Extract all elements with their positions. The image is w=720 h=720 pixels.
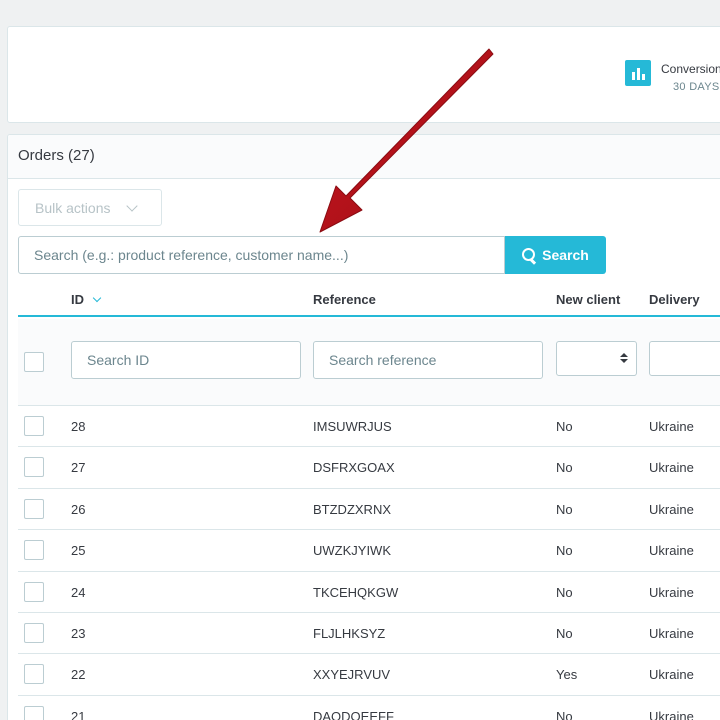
cell-id: 26 — [71, 501, 86, 517]
cell-reference: BTZDZXRNX — [313, 501, 391, 517]
reference-filter-input[interactable] — [313, 341, 543, 379]
column-delivery[interactable]: Delivery — [649, 292, 700, 307]
cell-delivery: Ukraine — [649, 708, 694, 720]
cell-new-client: No — [556, 543, 573, 559]
cell-reference: TKCEHQKGW — [313, 584, 399, 600]
column-new-client[interactable]: New client — [556, 292, 620, 307]
select-arrows-icon — [620, 353, 628, 363]
row-checkbox[interactable] — [24, 457, 44, 478]
cell-new-client: No — [556, 584, 573, 600]
table-row[interactable]: 22 XXYEJRVUV Yes Ukraine — [18, 654, 720, 696]
kpi-title: Conversion — [661, 62, 720, 76]
bulk-actions-button[interactable]: Bulk actions — [18, 189, 162, 226]
table-row[interactable]: 26 BTZDZXRNX No Ukraine — [18, 489, 720, 531]
cell-delivery: Ukraine — [649, 543, 694, 559]
table-row[interactable]: 25 UWZKJYIWK No Ukraine — [18, 530, 720, 572]
cell-id: 21 — [71, 708, 86, 720]
cell-delivery: Ukraine — [649, 625, 694, 641]
column-id[interactable]: ID — [71, 292, 102, 307]
table-row[interactable]: 23 FLJLHKSYZ No Ukraine — [18, 613, 720, 655]
cell-delivery: Ukraine — [649, 667, 694, 683]
cell-reference: FLJLHKSYZ — [313, 625, 386, 641]
cell-new-client: No — [556, 625, 573, 641]
cell-id: 25 — [71, 543, 86, 559]
table-row[interactable]: 27 DSFRXGOAX No Ukraine — [18, 447, 720, 489]
row-checkbox[interactable] — [24, 498, 44, 519]
table-row[interactable]: 28 IMSUWRJUS No Ukraine — [18, 406, 720, 448]
cell-reference: DSFRXGOAX — [313, 460, 395, 476]
orders-table-body: 28 IMSUWRJUS No Ukraine 27 DSFRXGOAX No Ukrain… — [18, 406, 720, 720]
column-reference[interactable]: Reference — [313, 292, 376, 307]
cell-reference: IMSUWRJUS — [313, 419, 392, 434]
chevron-down-icon — [126, 199, 139, 212]
cell-delivery: Ukraine — [649, 501, 694, 517]
cell-reference: XXYEJRVUV — [313, 667, 391, 683]
bar-chart-icon — [625, 60, 651, 86]
cell-new-client: No — [556, 460, 573, 476]
cell-reference: UWZKJYIWK — [313, 543, 391, 559]
cell-id: 23 — [71, 625, 86, 641]
cell-delivery: Ukraine — [649, 460, 694, 476]
cell-id: 24 — [71, 584, 86, 600]
cell-id: 27 — [71, 460, 86, 476]
kpi-subtitle: 30 DAYS — [673, 81, 720, 93]
table-row[interactable]: 21 DAODOEEFF No Ukraine — [18, 696, 720, 720]
cell-new-client: Yes — [556, 667, 578, 683]
orders-header: Orders (27) — [8, 135, 720, 179]
row-checkbox[interactable] — [24, 416, 44, 436]
search-input[interactable] — [18, 236, 505, 274]
id-filter-input[interactable] — [71, 341, 301, 379]
cell-reference: DAODOEEFF — [313, 708, 394, 720]
delivery-filter-select[interactable] — [649, 341, 720, 376]
filter-row — [18, 319, 720, 406]
search-button[interactable]: Search — [505, 236, 606, 274]
cell-id: 28 — [71, 419, 86, 434]
table-header: ID Reference New client Delivery — [18, 280, 720, 317]
cell-new-client: No — [556, 419, 573, 434]
select-all-checkbox[interactable] — [24, 352, 44, 372]
search-icon — [522, 248, 536, 262]
kpi-card: Conversion 30 DAYS — [7, 26, 720, 123]
row-checkbox[interactable] — [24, 705, 44, 720]
search-button-label: Search — [542, 247, 589, 263]
cell-delivery: Ukraine — [649, 419, 694, 434]
orders-panel: Orders (27) Bulk actions Search ID Refer… — [7, 134, 720, 720]
row-checkbox[interactable] — [24, 540, 44, 561]
cell-delivery: Ukraine — [649, 584, 694, 600]
kpi-conversion[interactable]: Conversion 30 DAYS — [625, 60, 720, 96]
row-checkbox[interactable] — [24, 664, 44, 685]
cell-new-client: No — [556, 501, 573, 517]
new-client-filter-select[interactable] — [556, 341, 637, 376]
cell-id: 22 — [71, 667, 86, 683]
row-checkbox[interactable] — [24, 581, 44, 602]
bulk-actions-label: Bulk actions — [35, 199, 111, 216]
cell-new-client: No — [556, 708, 573, 720]
row-checkbox[interactable] — [24, 622, 44, 643]
sort-chevron-icon — [92, 293, 102, 303]
table-row[interactable]: 24 TKCEHQKGW No Ukraine — [18, 572, 720, 613]
